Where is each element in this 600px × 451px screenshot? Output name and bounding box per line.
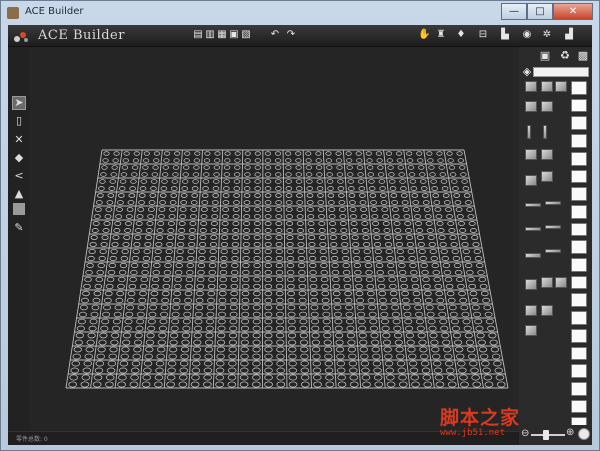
category-bar — [571, 81, 589, 432]
part-item[interactable] — [527, 125, 531, 139]
window-titlebar[interactable]: ACE Builder — □ ✕ — [1, 1, 599, 25]
part-item[interactable] — [525, 325, 537, 336]
ace-logo-icon — [14, 32, 28, 42]
part-category-button[interactable] — [571, 151, 587, 166]
window-title: ACE Builder — [25, 6, 84, 17]
select-arrow-icon[interactable]: ➤ — [12, 96, 26, 110]
part-item[interactable] — [545, 249, 561, 253]
pin-icon[interactable]: ♦ — [456, 29, 466, 41]
app-title: ACE Builder — [38, 28, 125, 43]
zoom-control: ⊖ ⊕ — [519, 425, 592, 445]
part-category-button[interactable] — [571, 116, 587, 131]
part-item[interactable] — [541, 149, 553, 160]
watermark-site-name: 脚本之家 — [440, 407, 521, 429]
baseplate-grid[interactable] — [30, 47, 512, 431]
part-item[interactable] — [525, 101, 537, 112]
part-category-button[interactable] — [571, 240, 587, 255]
part-item[interactable] — [555, 81, 567, 92]
part-category-button[interactable] — [571, 364, 587, 378]
building-icon[interactable]: ▙ — [498, 29, 512, 41]
bucket-icon[interactable]: ▲ — [13, 188, 25, 200]
settings-icon[interactable]: ✲ — [542, 29, 552, 41]
app-toolbar: ACE Builder ▤ ▥ ▦ ▣ ▧ ↶ ↷ ✋ ♜ ♦ ⊟ ▙ ◉ ✲ … — [8, 25, 592, 47]
recycle-icon[interactable]: ♻ — [559, 50, 571, 62]
undo-icon[interactable]: ↶ — [270, 29, 280, 41]
status-text: 零件总数: 0 — [16, 436, 48, 443]
part-item[interactable] — [541, 305, 553, 316]
part-item[interactable] — [541, 81, 553, 92]
search-input[interactable] — [533, 67, 589, 77]
brick-group-icon[interactable]: ▩ — [577, 50, 589, 62]
hand-icon[interactable]: ✋ — [418, 29, 430, 41]
brick-cube-icon[interactable]: ▣ — [539, 50, 551, 62]
part-item[interactable] — [525, 279, 537, 290]
part-category-button[interactable] — [571, 98, 587, 113]
part-category-button[interactable] — [571, 275, 587, 290]
color-swatch-icon[interactable] — [13, 203, 25, 215]
zoom-in-button[interactable]: ⊕ — [566, 428, 576, 438]
app-client: ACE Builder ▤ ▥ ▦ ▣ ▧ ↶ ↷ ✋ ♜ ♦ ⊟ ▙ ◉ ✲ … — [8, 25, 592, 445]
new-file-icon[interactable]: ▤ — [193, 29, 203, 41]
3d-viewport[interactable] — [30, 47, 512, 431]
part-category-button[interactable] — [571, 222, 587, 237]
measure-icon[interactable]: ⊟ — [476, 29, 490, 41]
search-logo-icon: ◈ — [522, 65, 532, 78]
part-item[interactable] — [525, 305, 537, 316]
import-icon[interactable]: ▦ — [217, 29, 227, 41]
part-category-button[interactable] — [571, 293, 587, 308]
part-category-button[interactable] — [571, 187, 587, 201]
part-item[interactable] — [555, 277, 567, 288]
open-file-icon[interactable]: ▥ — [205, 29, 215, 41]
part-item[interactable] — [525, 253, 541, 258]
part-item[interactable] — [545, 225, 561, 229]
export-icon[interactable]: ▧ — [241, 29, 251, 41]
part-item[interactable] — [541, 277, 553, 288]
parts-panel: ▣ ♻ ▩ ◈ — [519, 47, 592, 439]
paint-icon[interactable]: ◆ — [13, 152, 25, 164]
save-icon[interactable]: ▣ — [229, 29, 239, 41]
close-button[interactable]: ✕ — [553, 3, 593, 20]
part-item[interactable] — [525, 227, 541, 231]
measure-angle-icon[interactable]: < — [13, 170, 25, 182]
part-item[interactable] — [543, 125, 547, 139]
part-category-button[interactable] — [571, 258, 587, 272]
part-item[interactable] — [541, 171, 553, 182]
part-category-button[interactable] — [571, 81, 587, 95]
part-category-button[interactable] — [571, 399, 587, 414]
trophy-icon[interactable]: ♜ — [436, 29, 446, 41]
part-item[interactable] — [525, 81, 537, 92]
app-window: ACE Builder — □ ✕ ACE Builder ▤ ▥ ▦ ▣ ▧ … — [0, 0, 600, 451]
part-category-button[interactable] — [571, 328, 587, 343]
part-item[interactable] — [525, 149, 537, 160]
zoom-reset-button[interactable] — [578, 428, 590, 440]
part-category-button[interactable] — [571, 311, 587, 325]
part-item[interactable] — [525, 203, 541, 207]
part-item[interactable] — [541, 101, 553, 112]
page-icon[interactable]: ▯ — [13, 115, 25, 127]
bricks-icon[interactable]: ▟ — [562, 29, 576, 41]
part-item[interactable] — [525, 175, 537, 186]
zoom-out-button[interactable]: ⊖ — [521, 429, 531, 439]
delete-icon[interactable]: ✕ — [13, 134, 25, 146]
part-category-button[interactable] — [571, 134, 587, 148]
part-category-button[interactable] — [571, 381, 587, 396]
app-icon — [7, 7, 19, 19]
eyedropper-icon[interactable]: ✎ — [13, 222, 25, 234]
redo-icon[interactable]: ↷ — [286, 29, 296, 41]
maximize-button[interactable]: □ — [527, 3, 553, 20]
part-category-button[interactable] — [571, 346, 587, 361]
parts-list — [521, 81, 569, 431]
minimize-button[interactable]: — — [501, 3, 527, 20]
zoom-slider-handle[interactable] — [543, 430, 549, 440]
eye-icon[interactable]: ◉ — [522, 29, 532, 41]
watermark: 脚本之家 www.jb51.net — [440, 403, 520, 438]
part-item[interactable] — [545, 201, 561, 205]
part-category-button[interactable] — [571, 204, 587, 219]
part-category-button[interactable] — [571, 169, 587, 184]
left-toolbar: ➤ ▯ ✕ ◆ < ▲ ✎ — [8, 47, 30, 431]
